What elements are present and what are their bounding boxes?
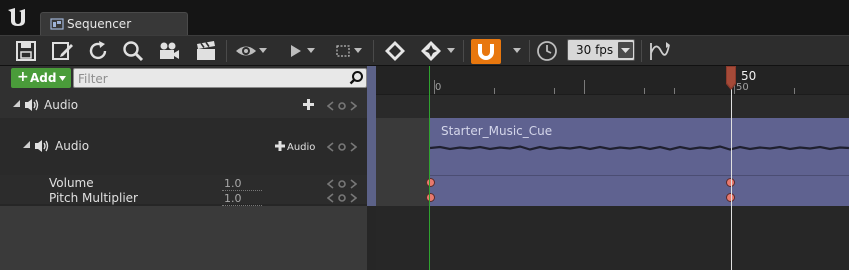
curve-editor-icon[interactable]	[648, 39, 672, 63]
track-label-audio: Audio	[55, 139, 90, 153]
camera-icon[interactable]	[157, 39, 181, 63]
playback-start-marker[interactable]	[429, 66, 430, 270]
property-label: Volume	[49, 176, 94, 190]
speaker-icon	[34, 139, 50, 153]
property-value-field[interactable]: 1.0	[222, 192, 262, 206]
timeline-empty-area	[376, 206, 849, 270]
collapse-arrow-icon[interactable]	[23, 141, 31, 149]
chevron-down-icon[interactable]	[307, 48, 315, 54]
add-audio-button[interactable]: Audio	[275, 140, 315, 153]
key-nav-root[interactable]	[327, 101, 357, 111]
playhead-handle[interactable]	[724, 66, 738, 90]
chevron-down-icon[interactable]	[354, 48, 362, 54]
keyframe[interactable]	[426, 193, 435, 202]
outliner-empty-area	[0, 206, 372, 270]
selection-icon[interactable]	[331, 39, 355, 63]
tab-label: Sequencer	[67, 17, 132, 31]
search-icon[interactable]	[121, 39, 145, 63]
speaker-icon	[24, 98, 40, 112]
chevron-down-icon[interactable]	[618, 42, 633, 58]
chevron-down-icon[interactable]	[447, 48, 455, 54]
keyframe[interactable]	[426, 178, 435, 187]
current-frame-label: 50	[741, 69, 757, 83]
chevron-down-icon[interactable]	[513, 48, 521, 54]
save-as-icon[interactable]	[50, 39, 74, 63]
time-ruler-track-row	[376, 94, 849, 118]
refresh-icon[interactable]	[86, 39, 110, 63]
clapperboard-icon[interactable]	[194, 39, 218, 63]
key-nav-pitch[interactable]	[327, 193, 357, 203]
search-icon[interactable]	[349, 70, 364, 85]
key-nav-audio[interactable]	[327, 142, 357, 152]
collapse-arrow-icon[interactable]	[13, 100, 21, 108]
add-section-icon[interactable]	[303, 99, 314, 110]
play-icon[interactable]	[284, 39, 308, 63]
section-label: Starter_Music_Cue	[441, 124, 553, 138]
property-label: Pitch Multiplier	[49, 191, 138, 205]
add-label: Add	[30, 71, 57, 85]
filter-input[interactable]	[73, 68, 367, 88]
tick-label: 0	[435, 82, 442, 93]
key-diamond-icon[interactable]	[383, 39, 407, 63]
chevron-down-icon	[59, 76, 66, 81]
toolbar: 30 fps	[0, 35, 849, 66]
key-all-icon[interactable]	[419, 39, 443, 63]
track-label-root: Audio	[44, 98, 79, 112]
magnet-snap-icon[interactable]	[471, 39, 501, 64]
level-sequence-icon	[50, 17, 64, 31]
fps-select[interactable]: 30 fps	[567, 39, 635, 61]
audio-waveform	[430, 140, 849, 156]
playhead-line[interactable]	[731, 86, 732, 270]
unreal-engine-logo-icon[interactable]	[6, 6, 30, 28]
add-audio-label: Audio	[287, 142, 316, 153]
property-value-field[interactable]: 1.0	[222, 177, 262, 191]
clock-icon[interactable]	[535, 39, 559, 63]
tab-sequencer[interactable]: Sequencer	[40, 12, 188, 35]
fps-value: 30 fps	[576, 43, 614, 57]
chevron-down-icon[interactable]	[259, 48, 267, 54]
plus-icon: +	[17, 69, 29, 85]
time-ruler[interactable]	[376, 66, 849, 94]
panel-splitter[interactable]	[367, 66, 376, 206]
key-nav-volume[interactable]	[327, 179, 357, 189]
eye-icon[interactable]	[234, 39, 258, 63]
save-icon[interactable]	[14, 39, 38, 63]
add-track-button[interactable]: + Add	[11, 68, 71, 88]
